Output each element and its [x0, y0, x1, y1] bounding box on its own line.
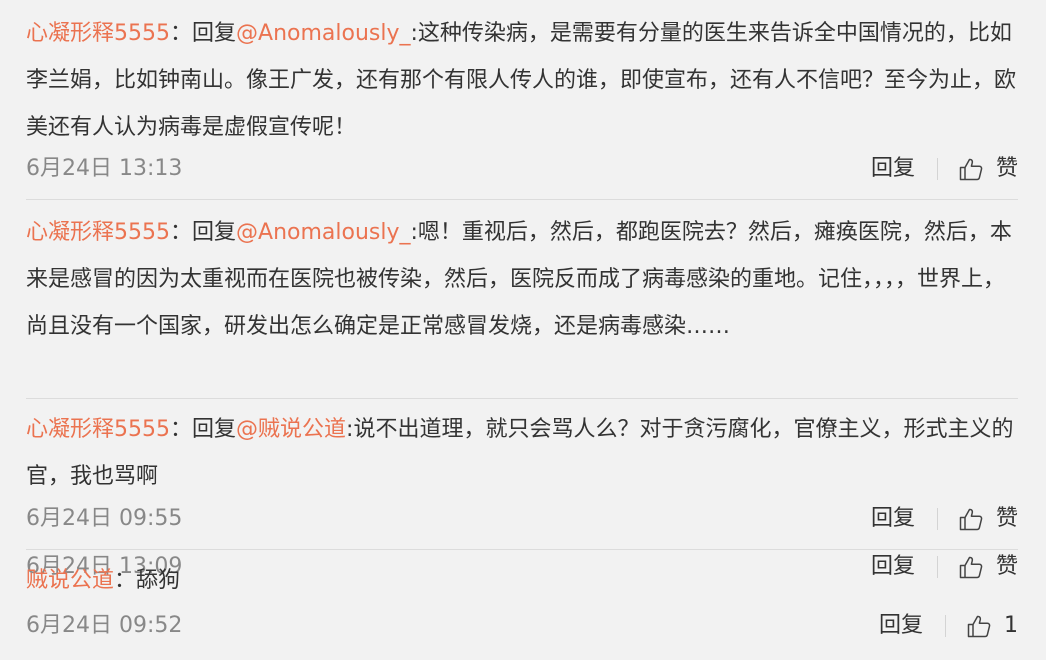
comment-body: 心凝形释5555：回复@Anomalously_:这种传染病，是需要有分量的医生…	[26, 10, 1018, 151]
comment-time: 6月24日 13:13	[26, 156, 183, 181]
comment-item: 心凝形释5555：回复@Anomalously_:嗯！重视后，然后，都跑医院去？…	[26, 199, 1018, 579]
reply-prefix: 回复	[192, 220, 237, 245]
like-label: 赞	[995, 156, 1018, 181]
comment-body: 心凝形释5555：回复@Anomalously_:嗯！重视后，然后，都跑医院去？…	[26, 209, 1018, 350]
action-divider	[945, 615, 946, 637]
reply-button[interactable]: 回复	[871, 154, 915, 184]
comment-author[interactable]: 心凝形释5555	[26, 21, 170, 46]
action-divider	[936, 508, 938, 530]
comment-author[interactable]: 贼说公道	[26, 568, 114, 593]
mention-link[interactable]: @贼说公道	[236, 417, 346, 442]
thumbs-up-icon	[959, 158, 983, 181]
author-colon: ：	[114, 568, 137, 593]
comment-meta: 6月24日 13:13 回复 赞	[26, 154, 1018, 184]
mention-link[interactable]: @Anomalously_	[236, 220, 410, 245]
comment-time: 6月24日 09:52	[26, 613, 183, 638]
comment-actions: 回复 赞	[871, 504, 1018, 534]
comment-author[interactable]: 心凝形释5555	[26, 417, 170, 442]
comment-time: 6月24日 09:55	[26, 506, 183, 531]
author-colon: ：	[170, 21, 193, 46]
thumbs-up-icon	[959, 508, 983, 531]
like-button[interactable]: 赞	[958, 154, 1018, 184]
like-count: 1	[1004, 613, 1018, 638]
like-button[interactable]: 1	[966, 611, 1018, 641]
comment-meta: 6月24日 09:52 回复 1	[26, 611, 1018, 641]
like-button[interactable]: 赞	[958, 504, 1018, 534]
action-divider	[936, 158, 938, 180]
comment-actions: 回复 赞	[871, 154, 1018, 184]
comment-body: 贼说公道：舔狗	[26, 557, 1018, 604]
comment-text: 舔狗	[136, 568, 181, 593]
comment-author[interactable]: 心凝形释5555	[26, 220, 170, 245]
author-colon: ：	[170, 417, 193, 442]
comment-item: 心凝形释5555：回复@贼说公道:说不出道理，就只会骂人么？对于贪污腐化，官僚主…	[26, 398, 1018, 550]
comment-item: 贼说公道：舔狗 6月24日 09:52 回复 1	[26, 549, 1018, 660]
author-colon: ：	[170, 220, 193, 245]
comment-actions: 回复 1	[879, 611, 1018, 641]
reply-prefix: 回复	[192, 21, 237, 46]
like-label: 赞	[995, 506, 1018, 531]
mention-link[interactable]: @Anomalously_	[236, 21, 410, 46]
reply-prefix: 回复	[192, 417, 237, 442]
reply-button[interactable]: 回复	[879, 611, 923, 641]
comment-list: 心凝形释5555：回复@Anomalously_:这种传染病，是需要有分量的医生…	[0, 0, 1046, 660]
thumbs-up-icon	[967, 615, 991, 638]
reply-button[interactable]: 回复	[871, 504, 915, 534]
comment-meta: 6月24日 09:55 回复 赞	[26, 504, 1018, 534]
comment-body: 心凝形释5555：回复@贼说公道:说不出道理，就只会骂人么？对于贪污腐化，官僚主…	[26, 406, 1018, 500]
comment-item: 心凝形释5555：回复@Anomalously_:这种传染病，是需要有分量的医生…	[26, 0, 1018, 200]
